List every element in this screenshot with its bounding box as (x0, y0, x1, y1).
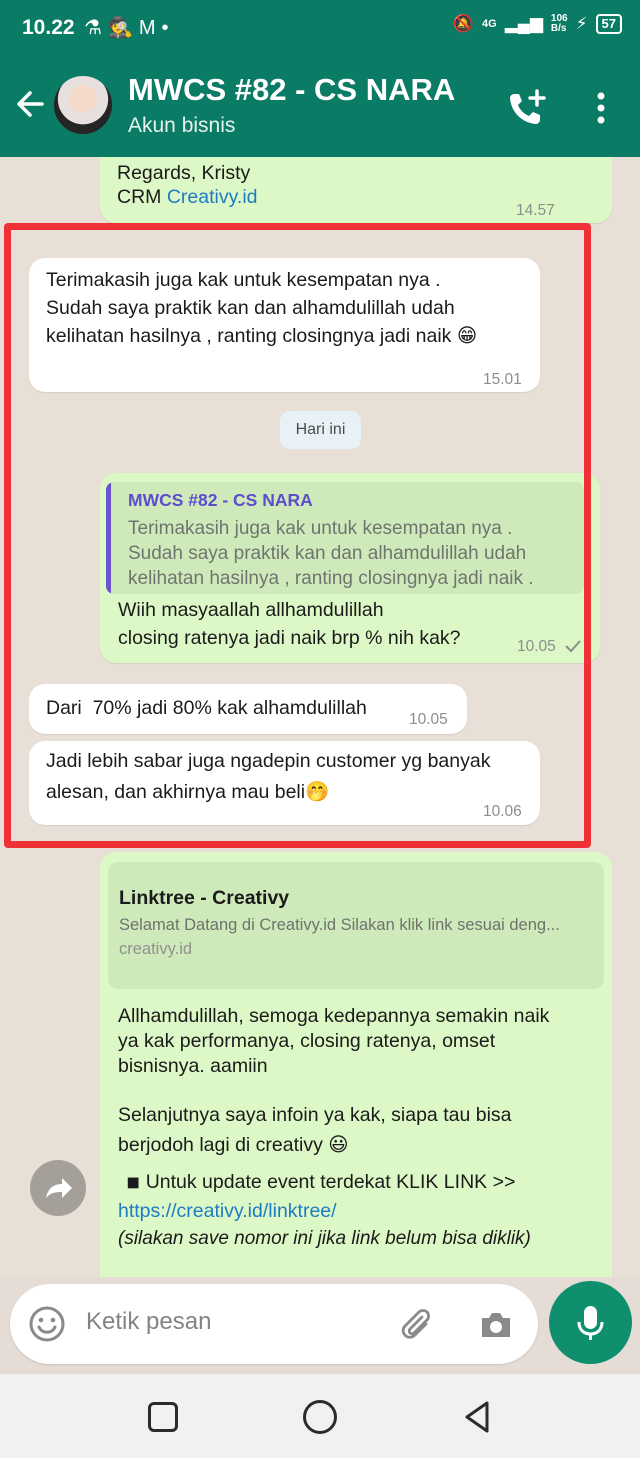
signal-icon: ▂▄▆ (504, 14, 543, 33)
message-signature: CRM Creativy.id (117, 183, 258, 211)
message-line: berjodoh lagi di creativy 😃 (118, 1134, 349, 1156)
share-icon (46, 1178, 72, 1198)
message-note: (silakan save nomor ini jika link belum … (118, 1228, 531, 1249)
chat-header: 10.22 ⚗🕵M• 🔕 4G ▂▄▆ 106 B/s ⚡ 57 MWCS #8… (0, 0, 640, 157)
status-bar: 10.22 ⚗🕵M• 🔕 4G ▂▄▆ 106 B/s ⚡ 57 (0, 0, 640, 58)
contact-name[interactable]: MWCS #82 - CS NARA (128, 72, 455, 108)
mute-icon: 🔕 (452, 14, 475, 33)
dot-icon: • (161, 17, 175, 39)
home-icon[interactable] (303, 1400, 337, 1434)
contact-subtitle[interactable]: Akun bisnis (128, 114, 235, 138)
message-line: ya kak performanya, closing ratenya, oms… (118, 1030, 496, 1052)
creativy-link[interactable]: Creativy.id (167, 186, 258, 208)
notification-icons: ⚗🕵M• (84, 15, 175, 40)
voice-message-button[interactable] (549, 1281, 632, 1364)
battery-level: 57 (595, 14, 622, 34)
preview-domain: creativy.id (119, 940, 193, 958)
highlight-box (4, 223, 591, 848)
system-nav-bar (0, 1374, 640, 1458)
avatar[interactable] (52, 74, 114, 136)
add-call-icon[interactable] (506, 88, 548, 128)
charging-icon: ⚡ (575, 14, 588, 33)
microphone-icon (577, 1306, 604, 1340)
message-time: 14.57 (516, 202, 555, 219)
camera-icon[interactable] (476, 1305, 516, 1345)
status-time: 10.22 (22, 16, 75, 39)
speed-label: 106 B/s (550, 13, 568, 34)
link-preview[interactable]: Linktree - Creativy Selamat Datang di Cr… (108, 862, 604, 989)
message-bubble-outgoing[interactable]: Regards, Kristy CRM Creativy.id 14.57 (100, 157, 612, 223)
emoji-icon[interactable] (27, 1304, 67, 1344)
flask-icon: ⚗ (84, 17, 108, 39)
preview-title: Linktree - Creativy (119, 887, 290, 909)
system-icons: 🔕 4G ▂▄▆ 106 B/s ⚡ 57 (453, 14, 622, 34)
attachment-icon[interactable] (398, 1305, 438, 1345)
forward-button[interactable] (30, 1160, 86, 1216)
network-label: 4G (482, 18, 497, 30)
message-line: Allhamdulillah, semoga kedepannya semaki… (118, 1005, 550, 1027)
message-line: ◾ Untuk update event terdekat KLIK LINK … (126, 1171, 516, 1193)
recent-apps-icon[interactable] (148, 1402, 178, 1432)
message-line: Selanjutnya saya infoin ya kak, siapa ta… (118, 1104, 512, 1126)
gmail-icon: M (138, 17, 162, 39)
linktree-link[interactable]: https://creativy.id/linktree/ (118, 1200, 337, 1223)
preview-description: Selamat Datang di Creativy.id Silakan kl… (119, 916, 560, 934)
incognito-icon: 🕵 (107, 17, 139, 39)
message-input[interactable]: Ketik pesan (86, 1308, 211, 1336)
signature-prefix: CRM (117, 186, 167, 208)
more-options-icon[interactable] (592, 90, 610, 130)
message-input-bar[interactable]: Ketik pesan (10, 1284, 538, 1364)
message-line: bisnisnya. aamiin (118, 1055, 268, 1077)
nav-back-icon[interactable] (462, 1400, 492, 1434)
back-arrow-icon[interactable] (12, 86, 48, 122)
